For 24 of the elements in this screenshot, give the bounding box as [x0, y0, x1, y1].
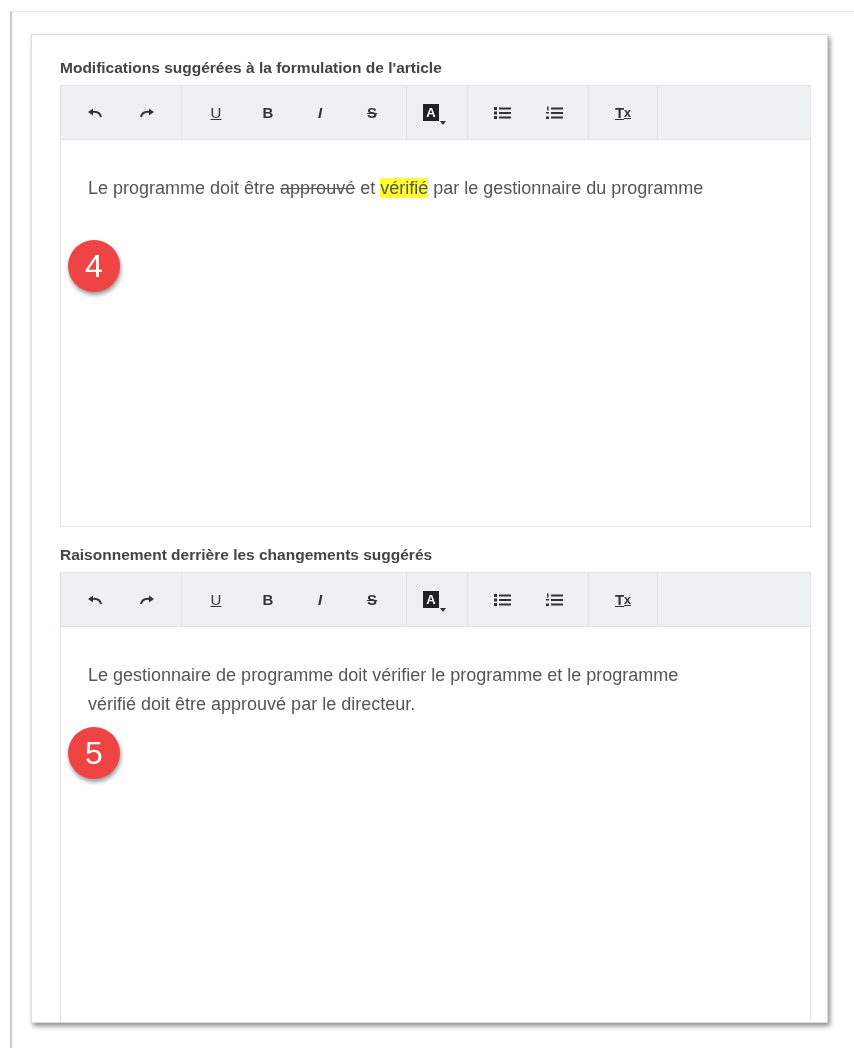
italic-button[interactable]: I: [294, 581, 346, 618]
field-label: Modifications suggérées à la formulation de l'article: [60, 58, 443, 78]
editor-text: Le programme doit être approuvé et vérifié par le gestionnaire du programme: [88, 177, 705, 200]
caret-icon: [440, 608, 446, 612]
undo-icon: [87, 593, 103, 606]
editor-text: Le gestionnaire de programme doit vérifier le programme et le programme vérifié doit être approuvé par le directeur.: [88, 664, 680, 716]
redo-icon: [139, 106, 155, 119]
bold-button[interactable]: B: [242, 581, 294, 618]
field-label: Raisonnement derrière les changements suggérés: [60, 545, 434, 565]
undo-icon: [87, 106, 103, 119]
step-badge: 5: [68, 727, 120, 779]
numbered-list-icon: [545, 105, 563, 120]
strike-button[interactable]: S: [346, 581, 398, 618]
underline-button[interactable]: U: [190, 94, 242, 131]
underline-button[interactable]: U: [190, 581, 242, 618]
step-badge: 4: [68, 240, 120, 292]
bold-button[interactable]: B: [242, 94, 294, 131]
bulleted-list-icon: [493, 105, 511, 120]
italic-button[interactable]: I: [294, 94, 346, 131]
redo-icon: [139, 593, 155, 606]
caret-icon: [440, 121, 446, 125]
numbered-list-icon: [545, 592, 563, 607]
strike-button[interactable]: S: [346, 94, 398, 131]
bulleted-list-icon: [493, 592, 511, 607]
